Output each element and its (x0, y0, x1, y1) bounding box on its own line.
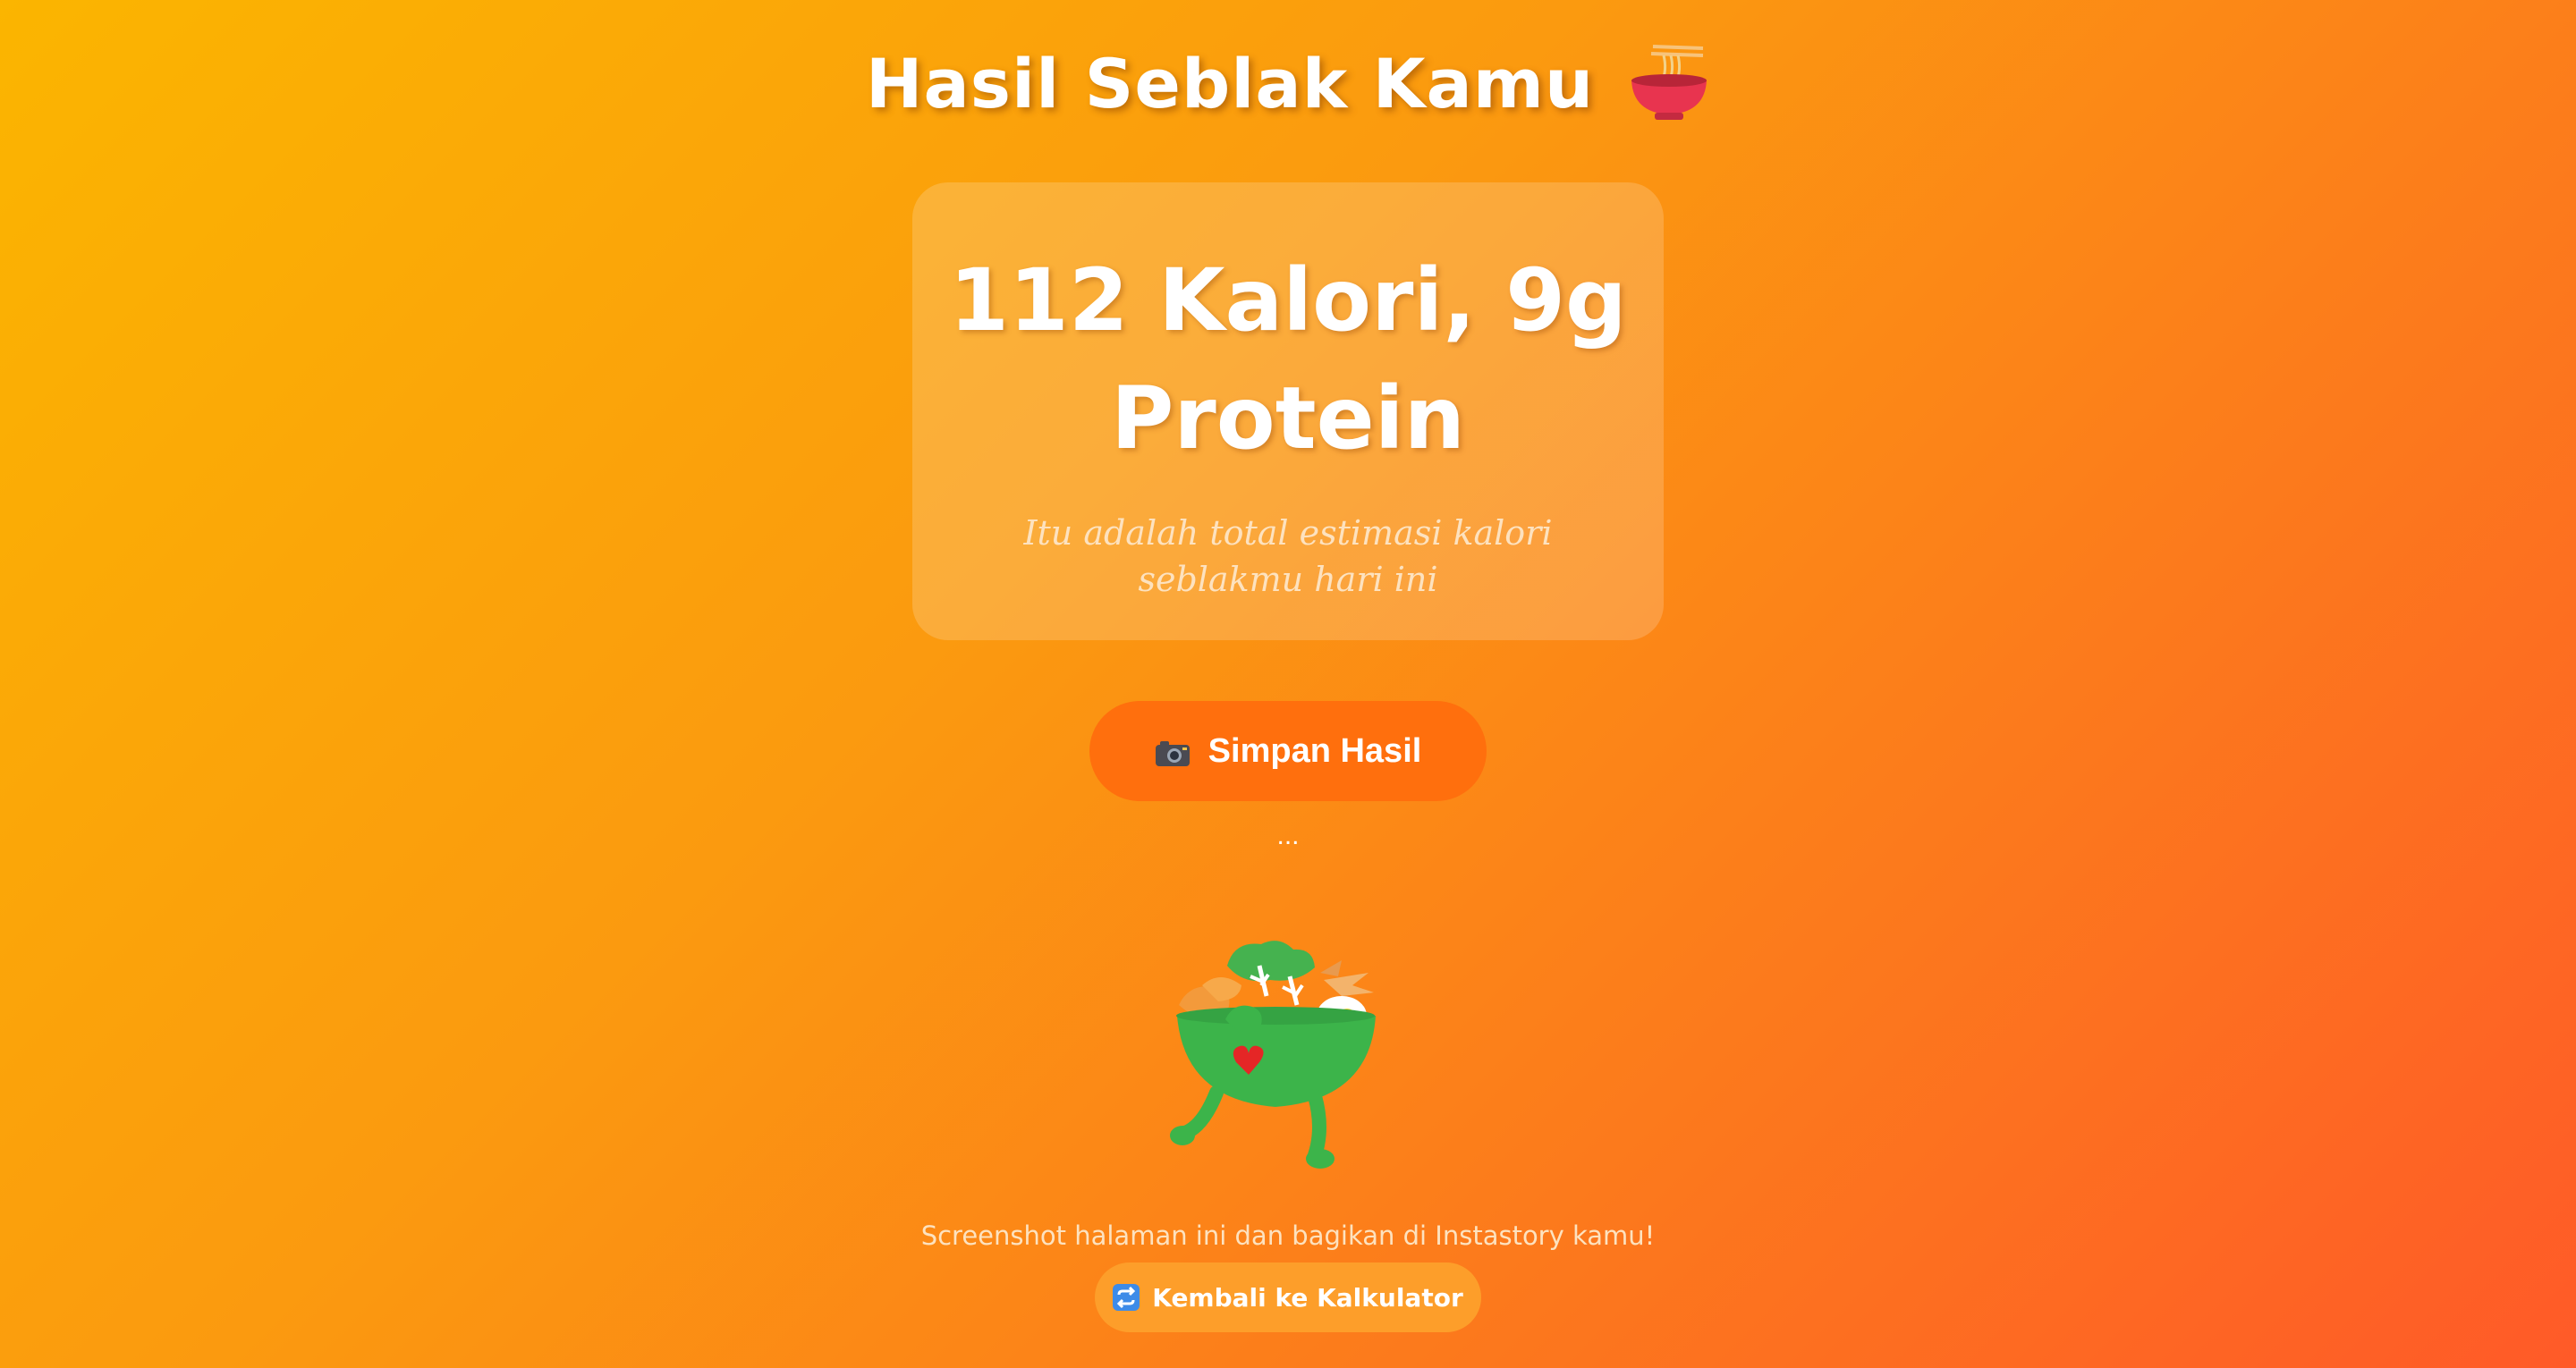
back-to-calculator-button[interactable]: Kembali ke Kalkulator (1095, 1262, 1481, 1332)
page-title: Hasil Seblak Kamu (0, 43, 2576, 123)
save-result-label: Simpan Hasil (1208, 731, 1422, 770)
share-instruction: Screenshot halaman ini dan bagikan di In… (920, 1220, 1656, 1251)
result-card: 112 Kalori, 9g Protein Itu adalah total … (912, 182, 1664, 640)
result-subtitle: Itu adalah total estimasi kalori seblakm… (1023, 513, 1553, 599)
noodle-bowl-icon (1628, 43, 1710, 123)
page-title-text: Hasil Seblak Kamu (865, 43, 1595, 123)
camera-icon (1155, 738, 1191, 766)
save-result-button[interactable]: Simpan Hasil (1089, 701, 1487, 801)
result-headline: 112 Kalori, 9g Protein (949, 250, 1627, 469)
repeat-icon (1113, 1284, 1140, 1311)
seblak-bowl-mascot (1163, 930, 1413, 1180)
back-to-calculator-label: Kembali ke Kalkulator (1152, 1282, 1463, 1313)
save-status-text: ... (1276, 821, 1300, 850)
